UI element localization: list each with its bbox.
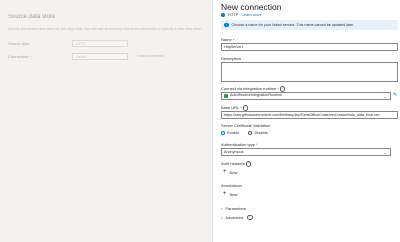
auth-type-select[interactable]: Anonymous ⌄: [221, 148, 391, 156]
parameters-expander[interactable]: › Parameters: [221, 206, 246, 211]
description-label: Description: [221, 56, 242, 61]
radio-selected-icon: [221, 130, 225, 135]
integration-runtime-label: Connect via integration runtime * i: [221, 86, 286, 92]
add-auth-header-button[interactable]: + New: [223, 169, 238, 175]
info-icon: i: [242, 105, 249, 111]
description-textarea[interactable]: [221, 62, 398, 82]
background-wizard: Source data store Specify the source dat…: [0, 0, 212, 242]
name-input[interactable]: HttpServer1: [221, 43, 398, 51]
connector-subtitle: HTTP Learn more: [221, 12, 262, 17]
info-icon: i: [245, 161, 252, 167]
base-url-label: Base URL * i: [221, 105, 249, 111]
radio-disable[interactable]: Disable: [248, 130, 268, 135]
source-type-value: HTTP: [76, 42, 86, 46]
info-icon: i: [247, 215, 253, 221]
edit-icon[interactable]: ✎: [393, 92, 397, 98]
base-url-input[interactable]: https://raw.githubusercontent.com/Bethan…: [221, 111, 398, 119]
radio-enable[interactable]: Enable: [221, 130, 239, 135]
integration-runtime-icon: [224, 93, 228, 98]
auth-headers-label: Auth headers i: [221, 161, 252, 167]
connector-type: HTTP: [228, 12, 239, 17]
chevron-down-icon: ⌄: [383, 94, 387, 99]
integration-runtime-select[interactable]: AutoResolveIntegrationRuntime ⌄: [221, 92, 391, 100]
info-icon: i: [224, 22, 229, 28]
info-text: Choose a name for your linked service. T…: [231, 23, 355, 27]
add-annotation-button[interactable]: + New: [223, 191, 238, 197]
info-icon: i: [280, 86, 286, 92]
cert-validation-options: Enable Disable: [221, 130, 268, 135]
source-data-store-description: Specify the source data store for the co…: [8, 27, 202, 31]
chevron-right-icon: ›: [221, 215, 223, 221]
source-type-label: Source type: [8, 41, 30, 46]
panel-title: New connection: [221, 2, 282, 12]
source-data-store-title: Source data store: [8, 14, 56, 20]
connection-select[interactable]: Select...: [72, 53, 128, 60]
radio-empty-icon: [248, 130, 253, 135]
annotations-label: Annotations: [221, 183, 243, 188]
auth-type-label: Authentication type *: [221, 142, 258, 147]
cert-validation-label: Server Certificate Validation: [221, 123, 271, 128]
info-banner: i Choose a name for your linked service.…: [221, 20, 398, 30]
new-connection-panel: New connection HTTP Learn more i Choose …: [212, 0, 400, 242]
connection-label: Connection *: [8, 54, 31, 59]
advanced-expander[interactable]: › Advanced i: [221, 215, 253, 221]
plus-icon: +: [223, 169, 227, 175]
name-label: Name *: [221, 37, 235, 42]
learn-more-link[interactable]: Learn more: [241, 12, 261, 17]
connection-placeholder: Select...: [76, 55, 89, 59]
source-type-select[interactable]: HTTP: [72, 40, 128, 47]
chevron-right-icon: ›: [221, 206, 223, 211]
chevron-down-icon: ⌄: [383, 150, 387, 155]
http-connector-icon: [221, 12, 225, 17]
plus-icon: +: [223, 191, 227, 197]
new-connection-link[interactable]: + New connection: [135, 54, 164, 58]
